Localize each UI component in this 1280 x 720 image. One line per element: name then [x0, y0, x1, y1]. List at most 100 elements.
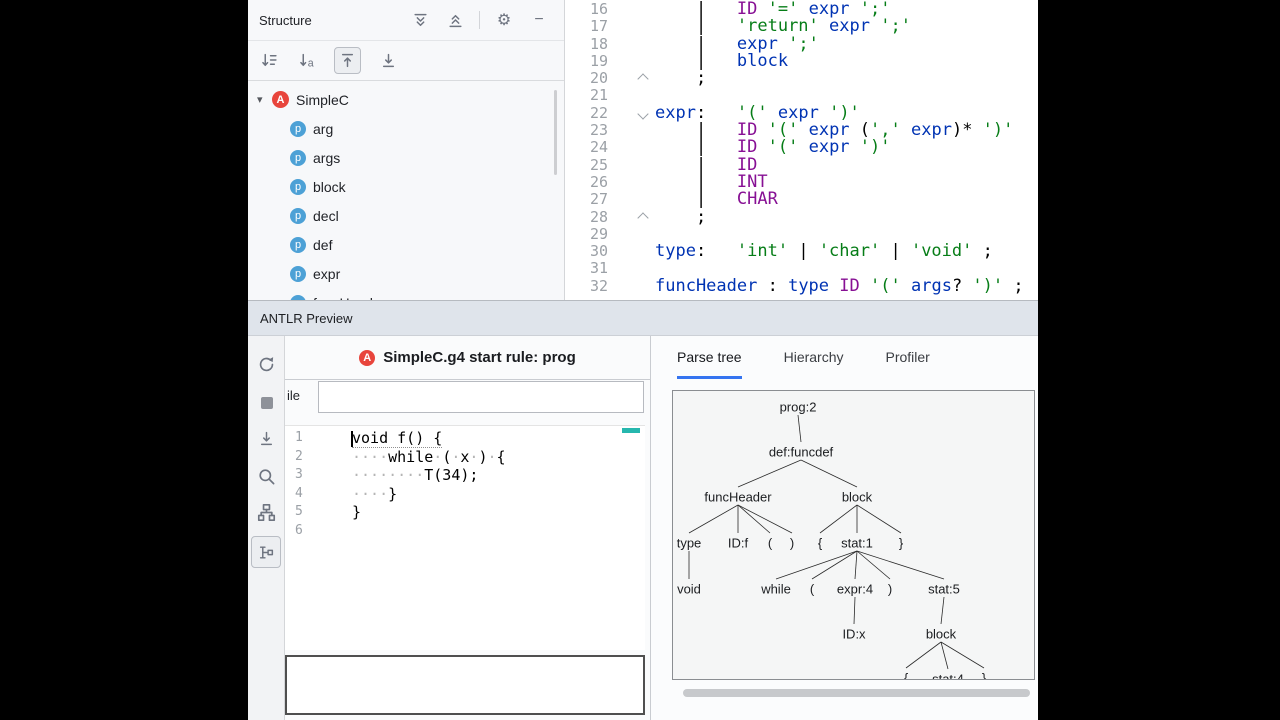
- code-segment: '(': [870, 275, 901, 296]
- structure-tree-item-args[interactable]: p args: [248, 143, 564, 172]
- app-root: Structure ⚙ − a ▾ A SimpleC p arg p args…: [0, 0, 1280, 720]
- tree-root-label: SimpleC: [296, 91, 349, 108]
- preview-line-number: 4: [295, 485, 303, 501]
- parse-tree-node[interactable]: block: [926, 627, 957, 642]
- antlr-preview-titlebar[interactable]: ANTLR Preview: [248, 300, 1038, 336]
- structure-tree-item-def[interactable]: p def: [248, 230, 564, 259]
- code-segment: |: [880, 241, 911, 262]
- parse-tree-node[interactable]: funcHeader: [704, 490, 772, 505]
- antlr-grammar-icon: A: [272, 91, 289, 108]
- stop-button[interactable]: [252, 388, 281, 417]
- find-button[interactable]: [252, 462, 281, 491]
- code-segment: '(': [767, 137, 799, 158]
- preview-code-editor[interactable]: 123456 void f() {····while·(·x·)·{······…: [285, 425, 645, 650]
- code-segment: ;: [972, 241, 993, 262]
- parse-tree-node[interactable]: (: [810, 582, 815, 597]
- sort-by-type-button[interactable]: [258, 49, 280, 71]
- grammar-editor[interactable]: 16 17 18 19 20 21 22 23 24 25 26 27 28 29 30 31 32 | ID …: [565, 0, 1038, 300]
- parse-tree-node[interactable]: (: [768, 536, 773, 551]
- fold-marker-up[interactable]: [637, 211, 649, 224]
- grammar-code-line: funcHeader : type ID '(' args? ')' ;: [655, 275, 1024, 296]
- antlr-preview-title: ANTLR Preview: [260, 310, 353, 326]
- structure-tree-item-funcHeader[interactable]: pfuncHeader: [248, 288, 564, 300]
- start-rule-label: SimpleC.g4 start rule: prog: [383, 349, 576, 366]
- fold-marker-down[interactable]: [637, 108, 649, 120]
- parse-tree-node[interactable]: stat:4: [932, 672, 964, 680]
- stop-icon: [260, 396, 273, 409]
- preview-line-number: 2: [295, 448, 303, 464]
- parse-tree-node[interactable]: block: [842, 490, 873, 505]
- code-segment: ';': [880, 16, 911, 37]
- settings-button[interactable]: ⚙: [493, 9, 515, 31]
- parse-tree-node[interactable]: stat:5: [928, 582, 960, 597]
- parse-tree-hscrollbar[interactable]: [683, 689, 1030, 697]
- structure-tree-root[interactable]: ▾ A SimpleC: [248, 85, 564, 114]
- file-input[interactable]: [318, 381, 644, 413]
- parse-tree-node[interactable]: ): [790, 536, 794, 551]
- parse-tree-node[interactable]: stat:1: [841, 536, 873, 551]
- collapse-all-button[interactable]: [444, 9, 466, 31]
- parse-tree-node[interactable]: void: [677, 582, 701, 597]
- parser-rule-icon: p: [290, 236, 306, 253]
- arrow-down-to-bar-icon: [382, 53, 394, 67]
- hierarchy-button[interactable]: [252, 498, 281, 527]
- code-segment: 'int': [736, 241, 789, 262]
- parse-tree-node[interactable]: expr:4: [837, 582, 873, 597]
- structure-scrollbar[interactable]: [554, 90, 557, 175]
- grammar-code-line: type: 'int' | 'char' | 'void' ;: [655, 243, 1024, 260]
- tab-profiler[interactable]: Profiler: [886, 336, 930, 379]
- parse-tree-node[interactable]: }: [899, 536, 904, 551]
- parse-tree-canvas[interactable]: prog:2 def:funcdef funcHeader block type ID:f…: [672, 390, 1035, 680]
- code-segment: (: [442, 447, 452, 466]
- gear-icon: ⚙: [496, 12, 512, 29]
- expand-all-button[interactable]: [409, 9, 431, 31]
- parse-tree-node[interactable]: }: [982, 671, 987, 680]
- parse-tree-node[interactable]: prog:2: [780, 400, 817, 415]
- arrow-down-to-bar-icon: [260, 431, 273, 446]
- grammar-line-number: 27: [589, 190, 608, 209]
- grammar-line-number: 17: [589, 17, 608, 36]
- structure-tree-item-arg[interactable]: p arg: [248, 114, 564, 143]
- structure-tree-item-expr[interactable]: p expr: [248, 259, 564, 288]
- parse-tree-node[interactable]: ID:f: [728, 536, 749, 551]
- scroll-to-end-button[interactable]: [252, 424, 281, 453]
- parse-tree-edge: [775, 550, 858, 580]
- parse-tree-node[interactable]: {: [818, 536, 823, 551]
- grammar-line-number: 20: [589, 69, 608, 88]
- tab-hierarchy[interactable]: Hierarchy: [784, 336, 844, 379]
- fold-marker-up[interactable]: [637, 73, 649, 85]
- grammar-line-number: 30: [589, 242, 608, 261]
- parse-tree-node[interactable]: ID:x: [842, 627, 866, 642]
- parse-tree-edge: [856, 504, 902, 534]
- parse-tree-node[interactable]: while: [760, 582, 791, 597]
- code-segment: T(34);: [424, 466, 479, 485]
- ide-window: Structure ⚙ − a ▾ A SimpleC p arg p args…: [248, 0, 1038, 720]
- scroll-to-source-button[interactable]: [334, 46, 361, 74]
- parse-tree-node[interactable]: {: [904, 671, 909, 680]
- hide-panel-button[interactable]: −: [528, 9, 550, 31]
- tab-parse-tree[interactable]: Parse tree: [677, 336, 742, 379]
- code-segment: ····: [352, 447, 389, 466]
- grammar-code-line: | block: [655, 52, 1024, 70]
- arrow-up-to-bar-icon: [341, 53, 354, 67]
- tree-view-icon: [259, 545, 273, 559]
- parse-tree-node[interactable]: type: [677, 536, 702, 551]
- parse-tree-node[interactable]: ): [888, 582, 892, 597]
- structure-tree: ▾ A SimpleC p arg p args p block p decl p def p exp…: [248, 80, 564, 300]
- structure-panel: Structure ⚙ − a ▾ A SimpleC p arg p args…: [248, 0, 565, 300]
- structure-tree-item-block[interactable]: p block: [248, 172, 564, 201]
- preview-code-line: ····while·(·x·)·{: [352, 448, 506, 467]
- preview-message-box[interactable]: [285, 655, 645, 715]
- tree-view-toggle-button[interactable]: [251, 536, 281, 568]
- structure-header-actions: ⚙ −: [409, 9, 564, 31]
- structure-tree-item-decl[interactable]: p decl: [248, 201, 564, 230]
- sort-alphabetically-button[interactable]: a: [296, 49, 318, 71]
- parse-tree-edge: [811, 550, 858, 580]
- parse-tree-node[interactable]: def:funcdef: [769, 445, 834, 460]
- code-segment: ')': [982, 120, 1014, 141]
- refresh-button[interactable]: [252, 350, 281, 379]
- autoscroll-from-source-button[interactable]: [377, 49, 399, 71]
